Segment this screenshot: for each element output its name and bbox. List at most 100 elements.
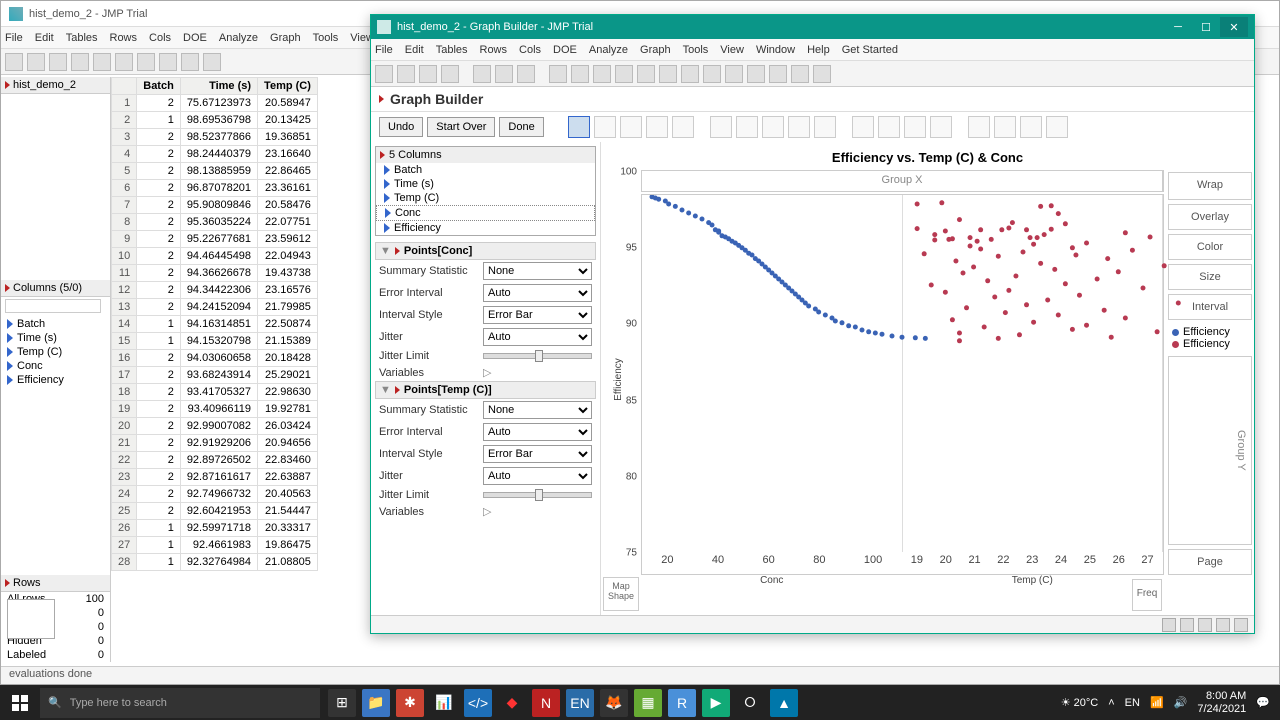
home-icon[interactable] <box>1180 618 1194 632</box>
layout-icon[interactable] <box>1216 618 1230 632</box>
area-icon[interactable] <box>762 116 784 138</box>
toolbar-btn[interactable] <box>593 65 611 83</box>
box-icon[interactable] <box>788 116 810 138</box>
info-icon[interactable] <box>1162 618 1176 632</box>
points-icon[interactable] <box>568 116 590 138</box>
menu-help[interactable]: Help <box>807 44 830 56</box>
freq-zone[interactable]: Freq <box>1132 579 1162 611</box>
window-titlebar[interactable]: hist_demo_2 - Graph Builder - JMP Trial … <box>371 15 1254 39</box>
formula-icon[interactable] <box>994 116 1016 138</box>
rstudio-icon[interactable]: R <box>668 689 696 717</box>
dropdown-icon[interactable] <box>1234 618 1248 632</box>
windows-taskbar[interactable]: 🔍 Type here to search ⊞ 📁 ✱ 📊 </> ◆ N EN… <box>0 685 1280 720</box>
source-header[interactable]: hist_demo_2 <box>1 77 110 94</box>
jmp-icon[interactable]: ▲ <box>770 689 798 717</box>
toolbar-btn[interactable] <box>517 65 535 83</box>
menu-tools[interactable]: Tools <box>313 32 339 44</box>
toolbar-btn[interactable] <box>115 53 133 71</box>
menu-cols[interactable]: Cols <box>519 44 541 56</box>
toolbar-btn[interactable] <box>473 65 491 83</box>
column-item[interactable]: Efficiency <box>376 221 595 235</box>
jitter-slider[interactable] <box>483 492 592 498</box>
toolbar-btn[interactable] <box>549 65 567 83</box>
menu-window[interactable]: Window <box>756 44 795 56</box>
thumbnail-preview[interactable] <box>7 599 55 639</box>
toolbar-btn[interactable] <box>703 65 721 83</box>
toolbar-btn[interactable] <box>769 65 787 83</box>
menu-tools[interactable]: Tools <box>683 44 709 56</box>
menu-file[interactable]: File <box>375 44 393 56</box>
column-item[interactable]: Conc <box>376 205 595 221</box>
column-item[interactable]: Time (s) <box>1 331 110 345</box>
done-button[interactable]: Done <box>499 117 543 137</box>
mosaic-icon[interactable] <box>930 116 952 138</box>
menu-rows[interactable]: Rows <box>480 44 508 56</box>
map-icon[interactable] <box>1020 116 1042 138</box>
menu-file[interactable]: File <box>5 32 23 44</box>
firefox-icon[interactable]: 🦊 <box>600 689 628 717</box>
app-icon[interactable]: ✱ <box>396 689 424 717</box>
menu-doe[interactable]: DOE <box>183 32 207 44</box>
disclosure-icon[interactable] <box>380 151 385 159</box>
menu-edit[interactable]: Edit <box>405 44 424 56</box>
toolbar-btn[interactable] <box>137 53 155 71</box>
toolbar-btn[interactable] <box>203 53 221 71</box>
variables-expand-icon[interactable]: ▷ <box>483 505 491 518</box>
columns-header[interactable]: Columns (5/0) <box>1 280 110 297</box>
vscode-icon[interactable]: </> <box>464 689 492 717</box>
toolbar-btn[interactable] <box>181 53 199 71</box>
menu-graph[interactable]: Graph <box>640 44 671 56</box>
error-select[interactable]: Auto <box>483 423 592 441</box>
plot-panel-conc[interactable]: 20406080100 Conc <box>642 195 903 552</box>
page-zone[interactable]: Page <box>1168 549 1252 575</box>
app-icon[interactable]: ▶ <box>702 689 730 717</box>
app-icon[interactable]: N <box>532 689 560 717</box>
disclosure-icon[interactable] <box>5 81 10 89</box>
lang-indicator[interactable]: EN <box>1125 697 1140 709</box>
app-icon[interactable]: ▦ <box>634 689 662 717</box>
line-icon[interactable] <box>620 116 642 138</box>
jitter-select[interactable]: Auto <box>483 467 592 485</box>
jitter-slider[interactable] <box>483 353 592 359</box>
menu-doe[interactable]: DOE <box>553 44 577 56</box>
summary-select[interactable]: None <box>483 262 592 280</box>
toolbar-btn[interactable] <box>637 65 655 83</box>
disclosure-icon[interactable] <box>5 579 10 587</box>
hist-icon[interactable] <box>814 116 836 138</box>
group-y-zone[interactable]: Group Y <box>1168 356 1252 545</box>
toolbar-btn[interactable] <box>615 65 633 83</box>
weather-widget[interactable]: ☀ 20°C <box>1061 696 1099 709</box>
system-tray[interactable]: ☀ 20°C ˄ EN 📶 🔊 8:00 AM 7/24/2021 💬 <box>1051 690 1280 714</box>
volume-icon[interactable]: 🔊 <box>1174 696 1188 709</box>
menu-analyze[interactable]: Analyze <box>589 44 628 56</box>
column-search[interactable] <box>5 299 101 313</box>
toolbar-btn[interactable] <box>375 65 393 83</box>
contour-icon[interactable] <box>672 116 694 138</box>
toolbar-btn[interactable] <box>71 53 89 71</box>
task-view-icon[interactable]: ⊞ <box>328 689 356 717</box>
toolbar-btn[interactable] <box>93 53 111 71</box>
plot-panel-temp[interactable]: 192021222324252627 Temp (C) <box>903 195 1164 552</box>
toolbar-btn[interactable] <box>397 65 415 83</box>
section-header[interactable]: ▼Points[Conc] <box>375 242 596 260</box>
jitter-select[interactable]: Auto <box>483 328 592 346</box>
menu-tables[interactable]: Tables <box>436 44 468 56</box>
menu-rows[interactable]: Rows <box>110 32 138 44</box>
menu-view[interactable]: View <box>720 44 744 56</box>
style-select[interactable]: Error Bar <box>483 306 592 324</box>
bar-icon[interactable] <box>736 116 758 138</box>
minimize-button[interactable]: ─ <box>1164 17 1192 37</box>
obs-icon[interactable]: ⭘ <box>736 689 764 717</box>
disclosure-icon[interactable] <box>379 95 384 103</box>
menu-get-started[interactable]: Get Started <box>842 44 898 56</box>
line-chart-icon[interactable] <box>710 116 732 138</box>
pie-icon[interactable] <box>878 116 900 138</box>
start-over-button[interactable]: Start Over <box>427 117 495 137</box>
disclosure-icon[interactable] <box>5 284 10 292</box>
notifications-icon[interactable]: 💬 <box>1256 696 1270 709</box>
toolbar-btn[interactable] <box>441 65 459 83</box>
menu-cols[interactable]: Cols <box>149 32 171 44</box>
variables-expand-icon[interactable]: ▷ <box>483 366 491 379</box>
app-icon[interactable]: ◆ <box>498 689 526 717</box>
rows-header[interactable]: Rows <box>1 575 110 592</box>
